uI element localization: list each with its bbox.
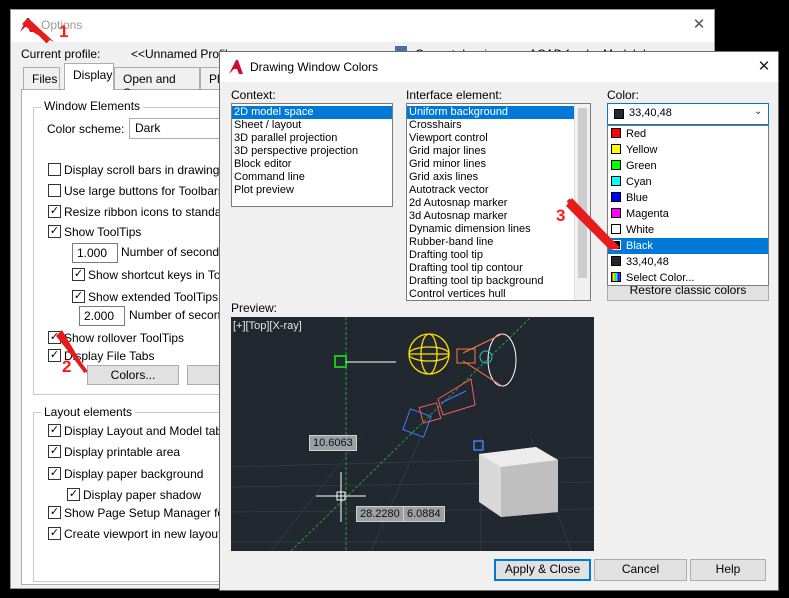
annotation-number-1: 1 — [59, 22, 69, 41]
annotation-number-3: 3 — [556, 206, 566, 225]
annotation-number-2: 2 — [62, 357, 72, 376]
annotation-arrows — [22, 18, 620, 374]
annotation-arrow-3-line — [566, 198, 620, 250]
annotation-arrow-1-line — [24, 18, 50, 44]
